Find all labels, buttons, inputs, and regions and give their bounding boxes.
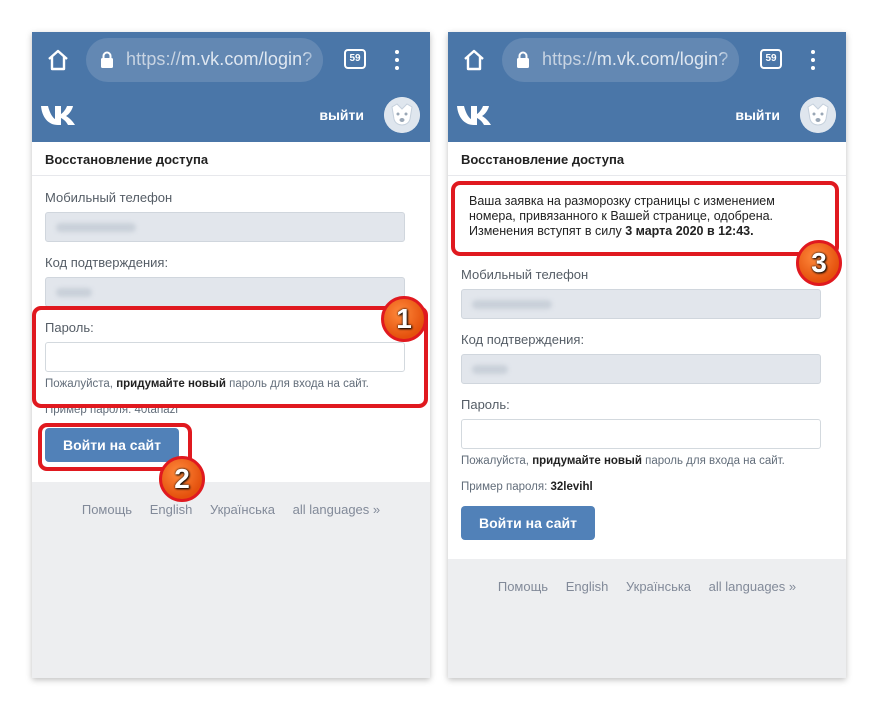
password-field[interactable] (461, 419, 821, 449)
tabs-count-icon[interactable]: 59 (760, 49, 782, 69)
step-badge-1: 1 (381, 296, 427, 342)
dog-avatar-icon (800, 97, 836, 133)
avatar[interactable] (800, 97, 836, 133)
vk-header: выйти (448, 88, 846, 142)
phone-label: Мобильный телефон (45, 190, 173, 205)
footer-links: Помощь English Українська all languages … (448, 579, 846, 594)
footer-ukrainian-link[interactable]: Українська (626, 579, 691, 594)
footer-english-link[interactable]: English (150, 502, 193, 517)
url-text: https://m.vk.com/login? (542, 49, 729, 69)
more-menu-icon[interactable] (808, 48, 818, 72)
home-icon[interactable] (462, 48, 486, 72)
step-badge-2: 2 (159, 456, 205, 502)
phone-label: Мобильный телефон (461, 267, 589, 282)
footer-links: Помощь English Українська all languages … (32, 502, 430, 517)
address-bar[interactable]: https://m.vk.com/login? (502, 38, 739, 82)
vk-header: выйти (32, 88, 430, 142)
step-badge-3: 3 (796, 240, 842, 286)
footer-help-link[interactable]: Помощь (498, 579, 548, 594)
avatar[interactable] (384, 97, 420, 133)
phone-field[interactable] (461, 289, 821, 319)
dog-avatar-icon (384, 97, 420, 133)
footer-all-languages-link[interactable]: all languages » (709, 579, 796, 594)
logout-link[interactable]: выйти (319, 107, 364, 123)
code-field[interactable] (45, 277, 405, 307)
lock-icon (101, 51, 113, 68)
footer-ukrainian-link[interactable]: Українська (210, 502, 275, 517)
vk-logo-icon[interactable] (456, 103, 492, 127)
login-button[interactable]: Войти на сайт (461, 506, 595, 540)
code-label: Код подтверждения: (45, 255, 169, 270)
logout-link[interactable]: выйти (735, 107, 780, 123)
code-label: Код подтверждения: (461, 332, 585, 347)
home-icon[interactable] (46, 48, 70, 72)
browser-toolbar: https://m.vk.com/login? 59 (32, 32, 430, 88)
browser-toolbar: https://m.vk.com/login? 59 (448, 32, 846, 88)
page-title: Восстановление доступа (448, 142, 846, 176)
tabs-count-icon[interactable]: 59 (344, 49, 366, 69)
vk-logo-icon[interactable] (40, 103, 76, 127)
page-title: Восстановление доступа (32, 142, 430, 176)
lock-icon (517, 51, 529, 68)
footer-help-link[interactable]: Помощь (82, 502, 132, 517)
phone-screen-right: https://m.vk.com/login? 59 выйти Восстан… (448, 32, 846, 678)
address-bar[interactable]: https://m.vk.com/login? (86, 38, 323, 82)
highlight-approval-notice (451, 181, 839, 256)
footer-all-languages-link[interactable]: all languages » (293, 502, 380, 517)
footer-english-link[interactable]: English (566, 579, 609, 594)
password-hint: Пожалуйста, придумайте новый пароль для … (461, 455, 785, 467)
highlight-password-section (32, 306, 428, 408)
password-example: Пример пароля: 32levihl (461, 481, 593, 493)
phone-field[interactable] (45, 212, 405, 242)
url-text: https://m.vk.com/login? (126, 49, 313, 69)
more-menu-icon[interactable] (392, 48, 402, 72)
password-label: Пароль: (461, 397, 510, 412)
code-field[interactable] (461, 354, 821, 384)
